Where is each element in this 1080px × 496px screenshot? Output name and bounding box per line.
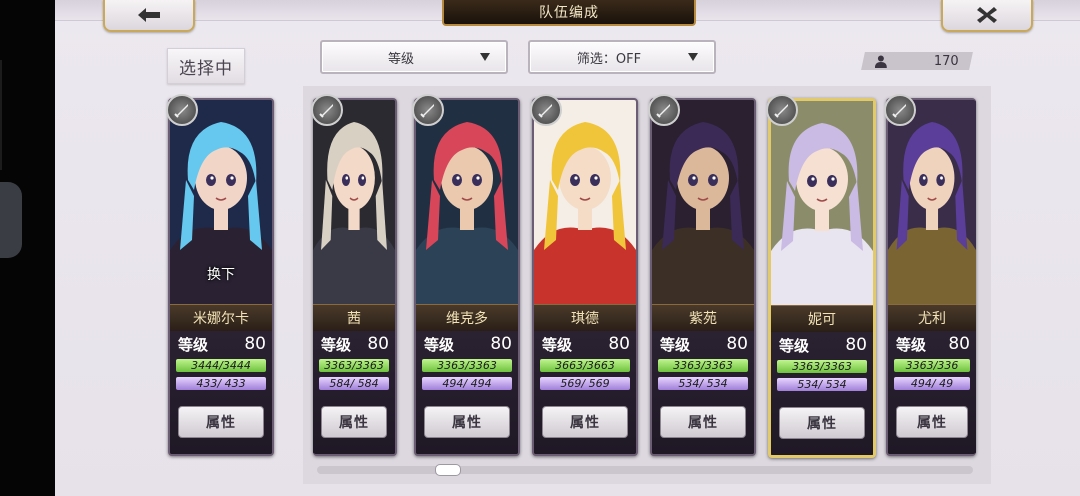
mp-bar: 494/ 494	[422, 377, 512, 390]
character-name: 紫苑	[652, 304, 754, 332]
level-value: 80	[244, 334, 266, 354]
character-stats: 等级 80 3663/3663 569/ 569 属性	[534, 331, 636, 454]
attribute-button[interactable]: 属性	[779, 407, 865, 439]
level-label: 等级	[779, 336, 810, 355]
sword-class-icon	[311, 94, 343, 126]
character-card[interactable]: 茜 等级 80 3363/3363 584/ 584 属性	[313, 98, 397, 456]
mp-bar: 584/ 584	[319, 377, 389, 390]
back-button[interactable]	[103, 0, 195, 32]
attribute-button[interactable]: 属性	[660, 406, 746, 438]
hp-bar: 3663/3663	[540, 359, 630, 372]
character-card[interactable]: 琪德 等级 80 3663/3663 569/ 569 属性	[532, 98, 638, 456]
level-value: 80	[490, 334, 512, 354]
chevron-down-icon	[480, 53, 490, 61]
swap-label[interactable]: 换下	[170, 264, 272, 284]
scrollbar-thumb[interactable]	[435, 464, 461, 476]
sword-class-icon	[530, 94, 562, 126]
sort-dropdown-label: 等级	[387, 51, 414, 67]
filter-dropdown-label: 筛选：OFF	[576, 51, 642, 67]
character-stats: 等级 80 3363/336 494/ 49 属性	[888, 331, 976, 454]
attribute-button[interactable]: 属性	[896, 406, 968, 438]
sword-class-icon	[884, 94, 916, 126]
sword-class-icon	[648, 94, 680, 126]
character-name: 妮可	[771, 305, 873, 333]
level-label: 等级	[660, 335, 691, 354]
level-label: 等级	[424, 335, 455, 354]
sword-class-icon	[412, 94, 444, 126]
close-button[interactable]	[941, 0, 1033, 32]
level-row: 等级 80	[779, 334, 867, 356]
game-screen: 队伍编成 选择中 等级 筛选：OFF 170 米娜尔卡 等级 80 3444/3…	[55, 0, 1080, 496]
character-stats: 等级 80 3363/3363 534/ 534 属性	[771, 332, 873, 455]
level-value: 80	[608, 334, 630, 354]
character-portrait	[416, 100, 518, 304]
character-name: 维克多	[416, 304, 518, 332]
close-icon	[977, 7, 997, 23]
mp-bar: 433/ 433	[176, 377, 266, 390]
character-name: 琪德	[534, 304, 636, 332]
level-row: 等级 80	[896, 333, 970, 355]
sort-dropdown[interactable]: 等级	[320, 40, 508, 74]
hp-bar: 3363/3363	[422, 359, 512, 372]
level-row: 等级 80	[424, 333, 512, 355]
team-count: 170	[934, 53, 959, 69]
character-name: 米娜尔卡	[170, 304, 272, 332]
level-row: 等级 80	[321, 333, 389, 355]
character-portrait	[534, 100, 636, 304]
chevron-down-icon	[688, 53, 698, 61]
level-label: 等级	[178, 335, 209, 354]
level-label: 等级	[321, 335, 352, 354]
attribute-button[interactable]: 属性	[321, 406, 387, 438]
mp-bar: 534/ 534	[658, 377, 748, 390]
back-arrow-icon	[138, 8, 160, 22]
character-portrait	[888, 100, 976, 304]
filter-dropdown[interactable]: 筛选：OFF	[528, 40, 716, 74]
level-row: 等级 80	[178, 333, 266, 355]
level-value: 80	[948, 334, 970, 354]
character-card[interactable]: 米娜尔卡 等级 80 3444/3444 433/ 433 属性 换下	[168, 98, 274, 456]
level-value: 80	[845, 335, 867, 355]
left-bezel	[0, 0, 55, 496]
character-portrait	[771, 101, 873, 305]
hp-bar: 3444/3444	[176, 359, 266, 372]
hp-bar: 3363/3363	[658, 359, 748, 372]
scrollbar-track[interactable]	[317, 466, 973, 474]
bezel-outline	[0, 60, 10, 170]
character-portrait	[652, 100, 754, 304]
tab-selected[interactable]: 选择中	[167, 48, 245, 84]
mp-bar: 494/ 49	[894, 377, 970, 390]
attribute-button[interactable]: 属性	[178, 406, 264, 438]
hp-bar: 3363/336	[894, 359, 970, 372]
level-label: 等级	[542, 335, 573, 354]
character-portrait	[313, 100, 395, 304]
character-stats: 等级 80 3363/3363 584/ 584 属性	[313, 331, 395, 454]
character-card[interactable]: 紫苑 等级 80 3363/3363 534/ 534 属性	[650, 98, 756, 456]
team-count-box: 170	[861, 52, 973, 70]
level-value: 80	[726, 334, 748, 354]
character-card[interactable]: 维克多 等级 80 3363/3363 494/ 494 属性	[414, 98, 520, 456]
hp-bar: 3363/3363	[777, 360, 867, 373]
attribute-button[interactable]: 属性	[424, 406, 510, 438]
level-label: 等级	[896, 335, 927, 354]
character-stats: 等级 80 3363/3363 494/ 494 属性	[416, 331, 518, 454]
person-icon	[875, 55, 887, 68]
character-card[interactable]: 尤利 等级 80 3363/336 494/ 49 属性	[886, 98, 976, 456]
mp-bar: 569/ 569	[540, 377, 630, 390]
character-name: 尤利	[888, 304, 976, 332]
level-row: 等级 80	[660, 333, 748, 355]
character-card[interactable]: 妮可 等级 80 3363/3363 534/ 534 属性	[768, 98, 876, 458]
sword-class-icon	[166, 94, 198, 126]
page-title: 队伍编成	[442, 0, 696, 26]
level-value: 80	[367, 334, 389, 354]
mp-bar: 534/ 534	[777, 378, 867, 391]
character-stats: 等级 80 3444/3444 433/ 433 属性	[170, 331, 272, 454]
character-name: 茜	[313, 304, 395, 332]
side-handle[interactable]	[0, 182, 22, 258]
character-stats: 等级 80 3363/3363 534/ 534 属性	[652, 331, 754, 454]
level-row: 等级 80	[542, 333, 630, 355]
attribute-button[interactable]: 属性	[542, 406, 628, 438]
hp-bar: 3363/3363	[319, 359, 389, 372]
sword-class-icon	[766, 94, 798, 126]
